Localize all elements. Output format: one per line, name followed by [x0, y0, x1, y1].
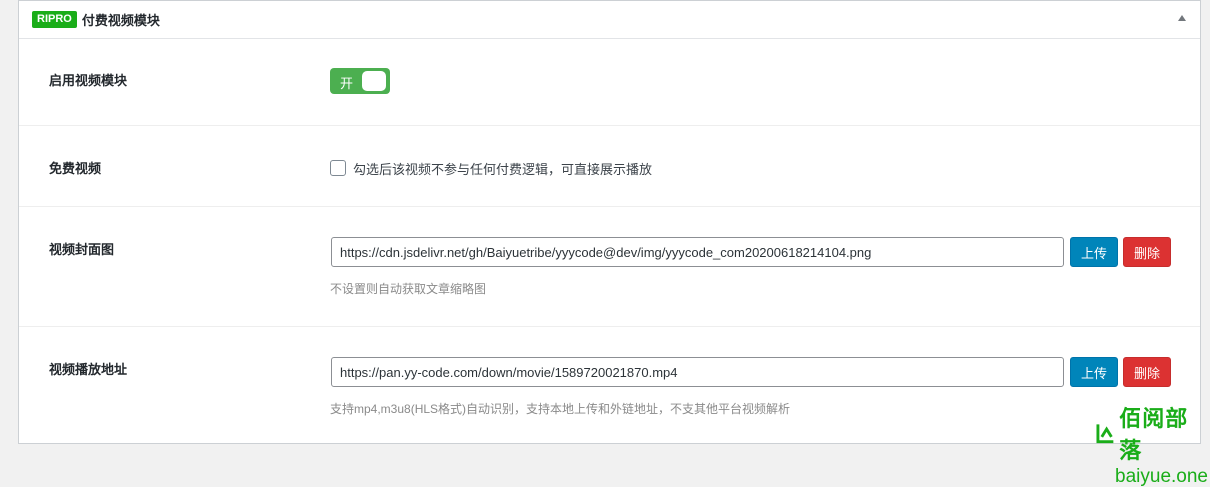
cover-delete-button[interactable]: 删除 [1123, 237, 1171, 267]
video-delete-button[interactable]: 删除 [1123, 357, 1171, 387]
watermark-cn: 佰阅部落 [1119, 406, 1189, 463]
toggle-knob [362, 71, 386, 91]
enable-video-toggle[interactable]: 开 [330, 68, 390, 94]
row-video-url: 视频播放地址 https://pan.yy-code.com/down/movi… [19, 327, 1200, 445]
video-url-input[interactable]: https://pan.yy-code.com/down/movie/15897… [331, 357, 1064, 387]
row-free-video: 免费视频 勾选后该视频不参与任何付费逻辑，可直接展示播放 [19, 126, 1200, 207]
cover-upload-button[interactable]: 上传 [1070, 237, 1118, 267]
metabox-panel: RIPRO 付费视频模块 启用视频模块 开 免费视频 勾选后该视频不参与任何付费… [18, 0, 1201, 444]
video-description: 支持mp4,m3u8(HLS格式)自动识别，支持本地上传和外链地址，不支其他平台… [330, 402, 791, 416]
toggle-text: 开 [340, 76, 354, 91]
watermark-en: baiyue.one [1115, 466, 1208, 487]
cover-url-input[interactable]: https://cdn.jsdelivr.net/gh/Baiyuetribe/… [331, 237, 1064, 267]
ripro-badge: RIPRO [32, 11, 77, 28]
video-upload-button[interactable]: 上传 [1070, 357, 1118, 387]
watermark: 佰阅部落 baiyue.one [1096, 401, 1208, 487]
collapse-triangle-icon[interactable] [1178, 15, 1186, 21]
cover-description: 不设置则自动获取文章缩略图 [330, 282, 487, 296]
row-label-free: 免费视频 [49, 161, 102, 176]
panel-title: 付费视频模块 [81, 13, 160, 28]
row-enable-video: 启用视频模块 开 [19, 39, 1200, 126]
panel-header[interactable]: RIPRO 付费视频模块 [19, 1, 1200, 39]
row-label-enable: 启用视频模块 [49, 73, 128, 88]
row-label-video-url: 视频播放地址 [49, 362, 128, 377]
free-video-checkbox-label[interactable]: 勾选后该视频不参与任何付费逻辑，可直接展示播放 [353, 159, 652, 178]
watermark-logo-icon [1096, 424, 1114, 444]
row-video-cover: 视频封面图 https://cdn.jsdelivr.net/gh/Baiyue… [19, 207, 1200, 327]
row-label-cover: 视频封面图 [49, 242, 115, 257]
free-video-checkbox[interactable] [330, 160, 346, 176]
